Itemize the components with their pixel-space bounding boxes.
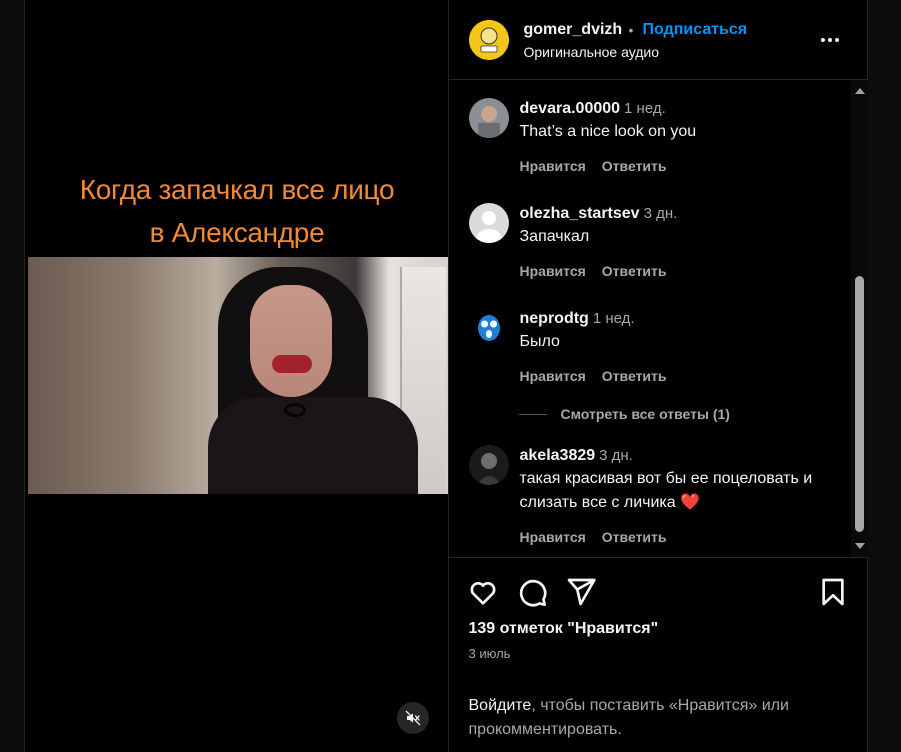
comment-text-body: такая красивая вот бы ее поцеловать и сл… (519, 470, 813, 511)
replies-divider-line (518, 413, 547, 415)
comment-reply-button[interactable]: Ответить (602, 158, 667, 174)
comment-time: 3 дн. (643, 205, 678, 222)
comment-like-button[interactable]: Нравится (520, 158, 586, 174)
commenter-avatar-image (468, 445, 509, 485)
follow-button[interactable]: Подписаться (643, 21, 748, 39)
red-heart-emoji: ❤️ (680, 494, 701, 511)
speaker-muted-icon (405, 710, 421, 726)
video-caption: Когда запачкал все лицо в Александре (25, 168, 449, 254)
video-frame (28, 257, 448, 494)
post-date: 3 июль (468, 646, 511, 661)
login-prompt: Войдите, чтобы поставить «Нравится» или … (469, 694, 839, 742)
comment-text: Было (519, 333, 560, 350)
comment-time: 3 дн. (599, 447, 633, 464)
paper-plane-icon[interactable] (565, 576, 597, 608)
scrollbar-thumb[interactable] (854, 276, 864, 532)
comment-bubble-icon[interactable] (516, 576, 548, 608)
comment-like-button[interactable]: Нравится (520, 263, 586, 279)
comment-text: Запачкал (519, 228, 590, 245)
comment-text: такая красивая вот бы ее поцеловать и сл… (520, 467, 840, 515)
comment-time: 1 нед. (624, 100, 666, 117)
comment-username[interactable]: akela3829 (520, 447, 596, 464)
comment-reply-button[interactable]: Ответить (602, 368, 667, 384)
comment-text: That’s a nice look on you (519, 123, 697, 140)
video-person-choker (284, 403, 306, 417)
video-person-lips (272, 355, 312, 373)
heart-icon[interactable] (467, 576, 499, 608)
bookmark-icon[interactable] (817, 576, 849, 608)
post-actions: 139 отметок "Нравится" 3 июль Войдите, ч… (448, 557, 868, 752)
video-person-top (208, 397, 418, 494)
post-modal: Когда запачкал все лицо в Александре gom… (24, 0, 868, 752)
post-header: gomer_dvizh • Подписаться Оригинальное а… (448, 0, 868, 80)
comment-reply-button[interactable]: Ответить (602, 263, 667, 279)
comment-reply-button[interactable]: Ответить (602, 529, 667, 545)
comment-like-button[interactable]: Нравится (520, 529, 586, 545)
commenter-avatar[interactable] (468, 445, 509, 485)
comment-like-button[interactable]: Нравится (520, 368, 586, 384)
header-separator-dot: • (628, 22, 634, 38)
comments-list: devara.00000 1 нед. That’s a nice look on… (449, 80, 868, 557)
video-panel[interactable]: Когда запачкал все лицо в Александре (25, 0, 449, 752)
commenter-avatar[interactable] (468, 98, 509, 138)
commenter-avatar[interactable] (468, 308, 509, 348)
more-options-button[interactable] (815, 30, 845, 50)
video-caption-line-1: Когда запачкал все лицо (79, 174, 395, 205)
side-panel: gomer_dvizh • Подписаться Оригинальное а… (448, 0, 868, 752)
default-avatar-icon (468, 203, 509, 243)
view-replies-button[interactable]: Смотреть все ответы (1) (518, 406, 730, 422)
scroll-down-arrow-icon[interactable] (854, 543, 865, 549)
author-avatar[interactable] (468, 20, 509, 60)
author-username[interactable]: gomer_dvizh (524, 21, 623, 39)
commenter-avatar[interactable] (468, 203, 509, 243)
likes-count[interactable]: 139 отметок "Нравится" (469, 620, 659, 638)
commenter-avatar-image (468, 308, 509, 348)
comment-username[interactable]: neprodtg (520, 310, 589, 327)
mute-button[interactable] (397, 702, 429, 734)
commenter-avatar-image (468, 98, 509, 138)
video-caption-line-2: в Александре (149, 217, 325, 248)
view-replies-label: Смотреть все ответы (1) (560, 406, 730, 422)
comment-username[interactable]: devara.00000 (520, 100, 621, 117)
comment-username[interactable]: olezha_startsev (520, 205, 640, 222)
video-person-face (250, 285, 332, 397)
original-audio-link[interactable]: Оригинальное аудио (524, 44, 660, 60)
comment-time: 1 нед. (592, 310, 635, 327)
author-avatar-image (468, 20, 509, 60)
login-link[interactable]: Войдите (469, 697, 532, 714)
more-dots-icon (820, 38, 839, 42)
comments-scrollbar[interactable] (850, 80, 868, 557)
scroll-up-arrow-icon[interactable] (854, 88, 865, 94)
